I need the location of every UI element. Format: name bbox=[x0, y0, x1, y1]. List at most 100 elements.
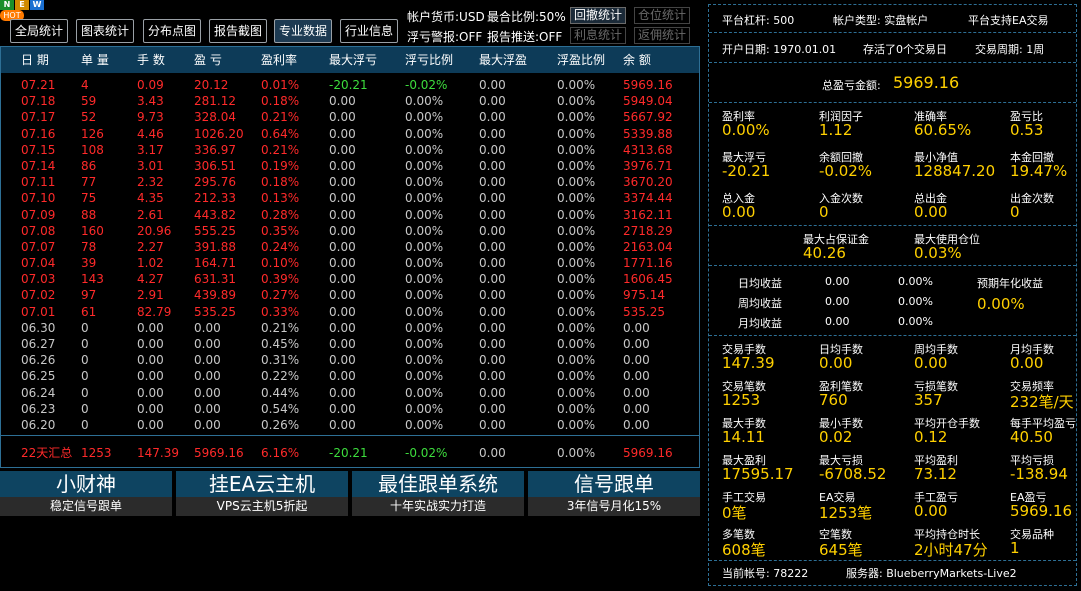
table-row[interactable]: 07.16 126 4.46 1026.20 0.64% 0.00 0.00% 0.00 0.0… bbox=[1, 126, 699, 142]
cell-max-float-profit: 0.00 bbox=[479, 94, 506, 109]
cell-float-loss-pct: 0.00% bbox=[405, 401, 444, 416]
margin-value: 0.03% bbox=[914, 244, 962, 262]
cell-lots: 0.00 bbox=[137, 337, 164, 351]
ad-banner[interactable]: 小财神 稳定信号跟单 bbox=[0, 471, 172, 516]
position-stats-button[interactable]: 仓位统计 bbox=[634, 7, 690, 24]
cell-max-float-profit: 0.00 bbox=[479, 304, 506, 319]
table-row[interactable]: 07.17 52 9.73 328.04 0.21% 0.00 0.00% 0.00 0.00%… bbox=[1, 109, 699, 125]
column-header-date[interactable]: 日 期 bbox=[21, 47, 49, 73]
interest-stats-button[interactable]: 利息统计 bbox=[570, 27, 626, 44]
column-header-float-profit-pct[interactable]: 浮盈比例 bbox=[557, 47, 605, 73]
period-pct: 0.00% bbox=[898, 295, 933, 308]
cell-date: 07.17 bbox=[21, 110, 56, 125]
cell-balance: 0.00 bbox=[623, 417, 650, 432]
table-row[interactable]: 07.10 75 4.35 212.33 0.13% 0.00 0.00% 0.00 0.00%… bbox=[1, 190, 699, 206]
cell-orders: 0 bbox=[81, 385, 89, 400]
ad-subtitle[interactable]: 稳定信号跟单 bbox=[0, 497, 172, 516]
table-row[interactable]: 06.26 0 0.00 0.00 0.31% 0.00 0.00% 0.00 0.00% 0.0… bbox=[1, 352, 699, 368]
table-row[interactable]: 06.27 0 0.00 0.00 0.45% 0.00 0.00% 0.00 0.00% 0.0… bbox=[1, 336, 699, 352]
cell-balance: 3162.11 bbox=[623, 207, 673, 222]
table-row[interactable]: 07.03 143 4.27 631.31 0.39% 0.00 0.00% 0.00 0.00… bbox=[1, 271, 699, 287]
cell-max-float-loss: 0.00 bbox=[329, 158, 356, 173]
table-row[interactable]: 07.07 78 2.27 391.88 0.24% 0.00 0.00% 0.00 0.00%… bbox=[1, 239, 699, 255]
report-push: 报告推送:OFF bbox=[487, 30, 563, 44]
table-row[interactable]: 07.21 4 0.09 20.12 0.01% -20.21 -0.02% 0.00 0.00… bbox=[1, 77, 699, 93]
cell-float-profit-pct: 0.00% bbox=[557, 239, 596, 254]
table-row[interactable]: 06.20 0 0.00 0.00 0.26% 0.00 0.00% 0.00 0.00% 0.0… bbox=[1, 417, 699, 433]
cell-float-loss-pct: 0.00% bbox=[405, 126, 444, 141]
metric-value: 19.47% bbox=[1010, 162, 1068, 180]
cell-lots: 2.61 bbox=[137, 207, 164, 222]
column-header-balance[interactable]: 余 额 bbox=[623, 47, 651, 73]
table-row[interactable]: 07.15 108 3.17 336.97 0.21% 0.00 0.00% 0.00 0.00… bbox=[1, 142, 699, 158]
column-header-lots[interactable]: 手 数 bbox=[137, 47, 165, 73]
table-row[interactable]: 07.11 77 2.32 295.76 0.18% 0.00 0.00% 0.00 0.00%… bbox=[1, 174, 699, 190]
server-name: 服务器: BlueberryMarkets-Live2 bbox=[846, 567, 1017, 580]
table-row[interactable]: 06.23 0 0.00 0.00 0.54% 0.00 0.00% 0.00 0.00% 0.0… bbox=[1, 401, 699, 417]
cell-float-loss-pct: 0.00% bbox=[405, 337, 444, 351]
table-row[interactable]: 07.01 61 82.79 535.25 0.33% 0.00 0.00% 0.00 0.00… bbox=[1, 304, 699, 320]
table-row[interactable]: 07.04 39 1.02 164.71 0.10% 0.00 0.00% 0.00 0.00%… bbox=[1, 255, 699, 271]
cell-profit: 212.33 bbox=[194, 191, 236, 206]
column-header-profit-rate[interactable]: 盈利率 bbox=[261, 47, 297, 73]
ad-banner[interactable]: 最佳跟单系统 十年实战实力打造 bbox=[352, 471, 524, 516]
column-header-max-float-loss[interactable]: 最大浮亏 bbox=[329, 47, 377, 73]
distribution-chart-button[interactable]: 分布点图 bbox=[143, 19, 201, 43]
ad-banner[interactable]: 挂EA云主机 VPS云主机5折起 bbox=[176, 471, 348, 516]
column-header-profit[interactable]: 盈 亏 bbox=[194, 47, 222, 73]
cell-max-float-profit: 0.00 bbox=[479, 369, 506, 384]
report-screenshot-button[interactable]: 报告截图 bbox=[209, 19, 267, 43]
column-header-float-loss-pct[interactable]: 浮亏比例 bbox=[405, 47, 453, 73]
chart-stats-button[interactable]: 图表统计 bbox=[76, 19, 134, 43]
ad-title[interactable]: 挂EA云主机 bbox=[176, 471, 348, 497]
summary-float-profit-pct: 0.00% bbox=[557, 446, 596, 460]
cell-orders: 78 bbox=[81, 239, 97, 254]
summary-max-float-profit: 0.00 bbox=[479, 446, 506, 460]
ad-title[interactable]: 最佳跟单系统 bbox=[352, 471, 524, 497]
cell-lots: 3.01 bbox=[137, 158, 164, 173]
cell-balance: 5969.16 bbox=[623, 78, 673, 92]
drawdown-stats-button[interactable]: 回撤统计 bbox=[570, 7, 626, 24]
column-header-max-float-profit[interactable]: 最大浮盈 bbox=[479, 47, 527, 73]
cell-max-float-loss: 0.00 bbox=[329, 256, 356, 271]
cell-lots: 2.27 bbox=[137, 239, 164, 254]
cell-balance: 2163.04 bbox=[623, 239, 673, 254]
table-row[interactable]: 06.30 0 0.00 0.00 0.21% 0.00 0.00% 0.00 0.00% 0.0… bbox=[1, 320, 699, 336]
ad-subtitle[interactable]: VPS云主机5折起 bbox=[176, 497, 348, 516]
industry-info-button[interactable]: 行业信息 bbox=[340, 19, 398, 43]
ad-title[interactable]: 小财神 bbox=[0, 471, 172, 497]
cell-profit: 439.89 bbox=[194, 288, 236, 303]
cell-profit-rate: 0.26% bbox=[261, 417, 300, 432]
cell-max-float-profit: 0.00 bbox=[479, 353, 506, 368]
table-row[interactable]: 07.09 88 2.61 443.82 0.28% 0.00 0.00% 0.00 0.00%… bbox=[1, 207, 699, 223]
rebate-stats-button[interactable]: 返佣统计 bbox=[634, 27, 690, 44]
toolbar: N E W HOT 全局统计 图表统计 分布点图 报告截图 专业数据 行业信息 … bbox=[0, 0, 700, 46]
ad-banner[interactable]: 信号跟单 3年信号月化15% bbox=[528, 471, 700, 516]
table-row[interactable]: 07.14 86 3.01 306.51 0.19% 0.00 0.00% 0.00 0.00%… bbox=[1, 158, 699, 174]
cell-profit: 555.25 bbox=[194, 223, 236, 238]
cell-profit: 0.00 bbox=[194, 320, 221, 335]
table-row[interactable]: 06.25 0 0.00 0.00 0.22% 0.00 0.00% 0.00 0.00% 0.0… bbox=[1, 368, 699, 384]
cell-max-float-loss: 0.00 bbox=[329, 126, 356, 141]
column-header-orders[interactable]: 单 量 bbox=[81, 47, 109, 73]
cell-balance: 5949.04 bbox=[623, 94, 673, 109]
current-account: 当前帐号: 78222 bbox=[722, 567, 809, 580]
cell-date: 06.20 bbox=[21, 417, 56, 432]
ad-subtitle[interactable]: 十年实战实力打造 bbox=[352, 497, 524, 516]
cell-max-float-loss: 0.00 bbox=[329, 417, 356, 432]
table-row[interactable]: 07.18 59 3.43 281.12 0.18% 0.00 0.00% 0.00 0.00%… bbox=[1, 93, 699, 109]
global-stats-button[interactable]: 全局统计 bbox=[10, 19, 68, 43]
ad-title[interactable]: 信号跟单 bbox=[528, 471, 700, 497]
metrics-grid-2: 交易手数 147.39 日均手数 0.00 周均手数 0.00 月均手数 0.00 交易笔数 12… bbox=[709, 336, 1076, 561]
cell-orders: 0 bbox=[81, 369, 89, 384]
ad-subtitle[interactable]: 3年信号月化15% bbox=[528, 497, 700, 516]
pro-data-button[interactable]: 专业数据 bbox=[274, 19, 332, 43]
cell-profit-rate: 0.54% bbox=[261, 401, 300, 416]
table-row[interactable]: 07.08 160 20.96 555.25 0.35% 0.00 0.00% 0.00 0.0… bbox=[1, 223, 699, 239]
cell-profit-rate: 0.10% bbox=[261, 256, 300, 271]
table-row[interactable]: 06.24 0 0.00 0.00 0.44% 0.00 0.00% 0.00 0.00% 0.0… bbox=[1, 385, 699, 401]
table-row[interactable]: 07.02 97 2.91 439.89 0.27% 0.00 0.00% 0.00 0.00%… bbox=[1, 287, 699, 303]
cell-date: 07.08 bbox=[21, 223, 56, 238]
cell-orders: 0 bbox=[81, 401, 89, 416]
metric-value: 40.50 bbox=[1010, 428, 1053, 446]
